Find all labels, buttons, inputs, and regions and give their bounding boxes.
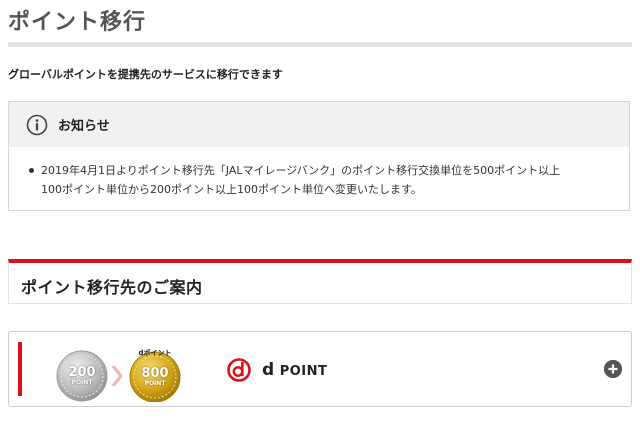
notice-list: 2019年4月1日よりポイント移行先「JALマイレージバンク」のポイント移行交換… bbox=[9, 147, 629, 199]
intro-text: グローバルポイントを提携先のサービスに移行できます bbox=[8, 68, 283, 81]
dpoint-text: d POINT bbox=[262, 360, 327, 380]
transfer-destinations-section: ポイント移行先のご案内 bbox=[8, 259, 632, 304]
notice-line: 2019年4月1日よりポイント移行先「JALマイレージバンク」のポイント移行交換… bbox=[41, 164, 561, 177]
from-coin-value: 200 bbox=[68, 365, 96, 380]
dpoint-text-point: POINT bbox=[279, 364, 328, 379]
notice-title: お知らせ bbox=[58, 119, 110, 134]
title-divider bbox=[8, 42, 632, 47]
section-title: ポイント移行先のご案内 bbox=[21, 278, 203, 297]
to-coin-unit: POINT bbox=[144, 380, 166, 387]
partner-card-dpoint[interactable]: 200 POINT dポイント 800 POINT d POINT bbox=[8, 331, 632, 407]
notice-box: お知らせ 2019年4月1日よりポイント移行先「JALマイレージバンク」のポイン… bbox=[8, 101, 630, 211]
to-coin-value: 800 bbox=[141, 366, 169, 381]
conversion-graphic: 200 POINT dポイント 800 POINT bbox=[49, 342, 189, 403]
notice-header: お知らせ bbox=[9, 102, 629, 147]
card-accent-bar bbox=[18, 342, 22, 396]
notice-item: 2019年4月1日よりポイント移行先「JALマイレージバンク」のポイント移行交換… bbox=[29, 161, 609, 199]
dpoint-logo: d POINT bbox=[227, 357, 327, 383]
bullet-icon bbox=[29, 168, 34, 173]
plus-circle-icon bbox=[604, 360, 622, 378]
page-title: ポイント移行 bbox=[8, 10, 147, 35]
dpoint-text-d: d bbox=[262, 360, 275, 380]
info-icon bbox=[26, 114, 48, 136]
to-coin-prefix: dポイント bbox=[138, 349, 172, 357]
point-transfer-page: ポイント移行 グローバルポイントを提携先のサービスに移行できます お知らせ 20… bbox=[0, 0, 640, 434]
from-coin-unit: POINT bbox=[71, 379, 93, 386]
dpoint-mark-icon bbox=[227, 358, 251, 382]
expand-button[interactable] bbox=[604, 360, 622, 378]
notice-line: 100ポイント単位から200ポイント以上100ポイント単位へ変更いたします。 bbox=[41, 183, 422, 196]
